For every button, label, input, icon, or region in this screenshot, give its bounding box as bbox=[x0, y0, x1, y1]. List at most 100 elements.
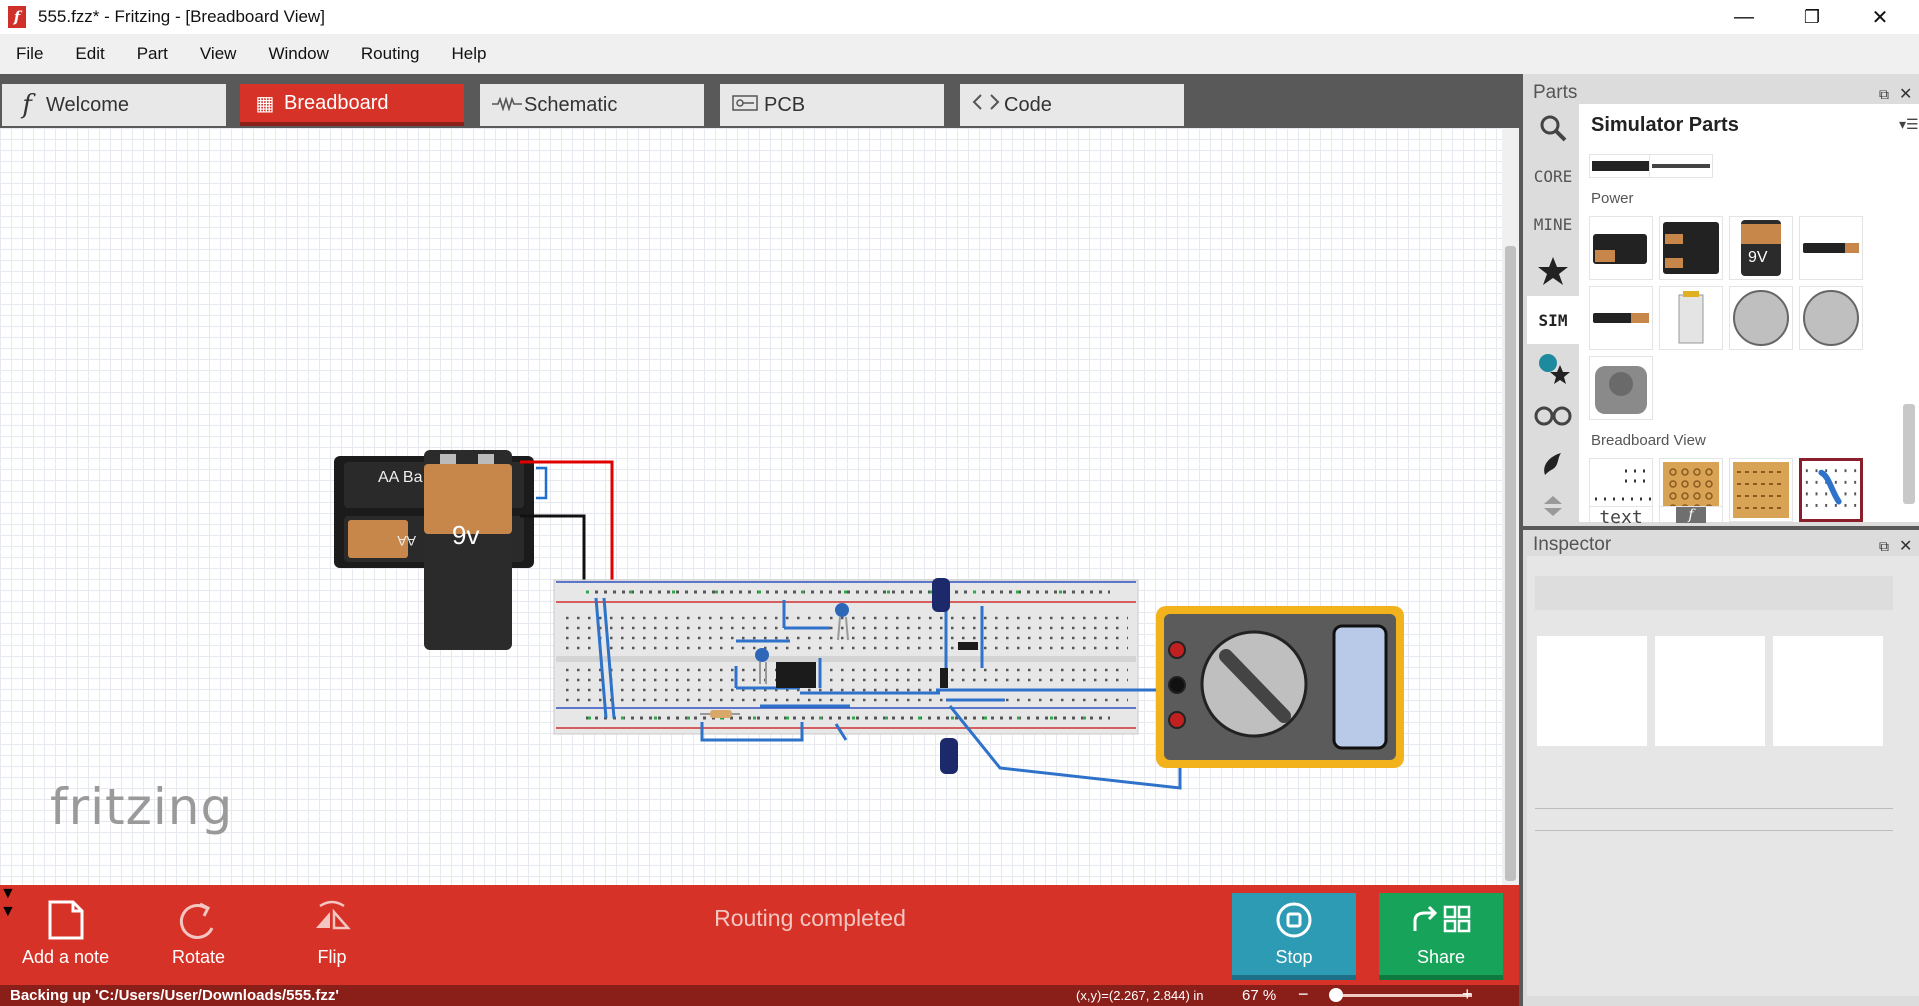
flip-button[interactable]: Flip bbox=[312, 895, 352, 968]
part-tile[interactable] bbox=[1589, 154, 1653, 178]
diode-2[interactable] bbox=[940, 668, 948, 688]
fritzing-f-icon: f bbox=[22, 90, 32, 120]
menu-file[interactable]: File bbox=[0, 44, 59, 64]
tab-welcome-label: Welcome bbox=[46, 93, 129, 116]
zoom-slider[interactable] bbox=[1332, 994, 1472, 997]
tab-code[interactable]: Code bbox=[960, 84, 1184, 126]
parts-scrollbar[interactable] bbox=[1903, 404, 1915, 504]
part-fritzing-logo[interactable]: f bbox=[1659, 506, 1723, 523]
inspector-title-field[interactable] bbox=[1535, 576, 1893, 610]
stop-label: Stop bbox=[1275, 946, 1313, 967]
bin-tab-sim[interactable]: SIM bbox=[1527, 296, 1579, 344]
menu-bar: File Edit Part View Window Routing Help bbox=[0, 34, 1919, 74]
bin-title: Simulator Parts bbox=[1591, 114, 1739, 136]
menu-view[interactable]: View bbox=[184, 44, 253, 64]
part-coin-cell-holder[interactable] bbox=[1589, 356, 1653, 420]
part-battery-9v[interactable]: 9V bbox=[1729, 216, 1793, 280]
multimeter[interactable] bbox=[1156, 606, 1404, 768]
bin-tab-arduino-icon[interactable] bbox=[1527, 392, 1579, 440]
part-jumper-wire[interactable] bbox=[1799, 458, 1863, 522]
menu-edit[interactable]: Edit bbox=[59, 44, 120, 64]
tab-pcb[interactable]: PCB bbox=[720, 84, 944, 126]
zoom-out-icon[interactable]: − bbox=[1298, 984, 1309, 1005]
bottom-toolbar: Add a note Rotate ▼ Flip ▼ Routing compl… bbox=[0, 885, 1519, 985]
inspector-pcb-image bbox=[1773, 636, 1883, 746]
part-lipo-battery[interactable] bbox=[1659, 286, 1723, 350]
inspector-breadboard-image bbox=[1537, 636, 1647, 746]
menu-window[interactable]: Window bbox=[252, 44, 344, 64]
status-bar: Backing up 'C:/Users/User/Downloads/555.… bbox=[0, 984, 1519, 1006]
bin-tab-strip: CORE MINE SIM bbox=[1527, 104, 1579, 522]
part-battery-pack-4aa[interactable] bbox=[1659, 216, 1723, 280]
tab-welcome[interactable]: f Welcome bbox=[2, 84, 226, 126]
minimize-button[interactable]: — bbox=[1710, 0, 1778, 34]
section-power: Power bbox=[1591, 190, 1634, 207]
cursor-coordinates: (x,y)=(2.267, 2.844) in bbox=[1076, 988, 1204, 1003]
close-window-button[interactable]: ✕ bbox=[1846, 0, 1914, 34]
right-dock: Parts ⧉ ✕ CORE MINE SIM Simulator Parts … bbox=[1519, 74, 1919, 1006]
bin-tab-scroll-icon[interactable] bbox=[1527, 488, 1579, 522]
inspector-panel-title: Inspector bbox=[1533, 534, 1612, 555]
inspector-float-icon[interactable]: ⧉ bbox=[1879, 538, 1889, 555]
tab-breadboard[interactable]: ▦ Breadboard bbox=[240, 84, 464, 126]
part-battery-aa[interactable] bbox=[1799, 216, 1863, 280]
inspector-divider bbox=[1535, 808, 1893, 809]
window-title: 555.fzz* - Fritzing - [Breadboard View] bbox=[38, 7, 325, 26]
tab-pcb-label: PCB bbox=[764, 93, 806, 116]
fritzing-logo-icon: f bbox=[8, 6, 26, 28]
part-battery-pack-2aa[interactable] bbox=[1589, 216, 1653, 280]
parts-search-icon[interactable] bbox=[1527, 104, 1579, 152]
stop-icon bbox=[1275, 901, 1313, 947]
parts-panel-title: Parts bbox=[1533, 82, 1578, 103]
add-note-label: Add a note bbox=[22, 947, 110, 967]
stop-button[interactable]: Stop bbox=[1232, 893, 1356, 975]
zoom-in-icon[interactable]: + bbox=[1462, 984, 1473, 1005]
ic-555-chip[interactable] bbox=[776, 662, 816, 688]
electrolytic-capacitor-1[interactable] bbox=[932, 578, 950, 612]
bin-tab-core[interactable]: CORE bbox=[1527, 152, 1579, 200]
bin-tab-mine[interactable]: MINE bbox=[1527, 200, 1579, 248]
menu-help[interactable]: Help bbox=[436, 44, 503, 64]
bin-tab-arduino-star-icon[interactable] bbox=[1527, 344, 1579, 392]
maximize-button[interactable]: ❐ bbox=[1778, 0, 1846, 34]
pcb-icon bbox=[732, 94, 758, 117]
bin-menu-icon[interactable]: ▾☰ bbox=[1899, 116, 1919, 133]
code-icon bbox=[972, 93, 1000, 117]
resistor-icon bbox=[492, 94, 522, 117]
canvas-vertical-scrollbar[interactable] bbox=[1502, 128, 1519, 885]
menu-part[interactable]: Part bbox=[121, 44, 184, 64]
electrolytic-capacitor-2[interactable] bbox=[940, 738, 958, 774]
part-coin-cell-2[interactable] bbox=[1799, 286, 1863, 350]
part-battery-aaa[interactable] bbox=[1589, 286, 1653, 350]
breadboard[interactable] bbox=[553, 579, 1139, 735]
flip-icon bbox=[312, 895, 352, 945]
flip-label: Flip bbox=[317, 947, 347, 967]
part-stripboard[interactable] bbox=[1729, 458, 1793, 522]
menu-routing[interactable]: Routing bbox=[345, 44, 436, 64]
section-breadboard-view: Breadboard View bbox=[1591, 432, 1706, 449]
zoom-slider-handle[interactable] bbox=[1329, 988, 1343, 1002]
inspector-close-icon[interactable]: ✕ bbox=[1899, 536, 1912, 556]
part-text[interactable]: text bbox=[1589, 506, 1653, 528]
add-note-button[interactable]: Add a note bbox=[22, 895, 109, 968]
tab-schematic-label: Schematic bbox=[524, 93, 618, 116]
diode-1[interactable] bbox=[958, 642, 978, 650]
breadboard-canvas[interactable]: AA Ba AA 9v fritzing bbox=[0, 128, 1502, 885]
nine-volt-battery[interactable]: 9v bbox=[424, 450, 512, 650]
parts-float-icon[interactable]: ⧉ bbox=[1879, 86, 1889, 103]
note-icon bbox=[47, 895, 85, 945]
rotate-button[interactable]: Rotate bbox=[172, 895, 225, 968]
fritzing-logo-icon: f bbox=[1676, 507, 1706, 523]
part-tile[interactable] bbox=[1649, 154, 1713, 178]
inspector-schematic-image bbox=[1655, 636, 1765, 746]
tab-schematic[interactable]: Schematic bbox=[480, 84, 704, 126]
share-button[interactable]: Share bbox=[1379, 893, 1503, 975]
bin-tab-seeed-icon[interactable] bbox=[1527, 440, 1579, 488]
share-label: Share bbox=[1416, 946, 1466, 967]
bin-tab-adafruit[interactable] bbox=[1527, 248, 1579, 296]
parts-close-icon[interactable]: ✕ bbox=[1899, 84, 1912, 104]
svg-text:AA: AA bbox=[397, 533, 416, 549]
parts-bin: CORE MINE SIM Simulator Parts ▾☰ Power 9… bbox=[1527, 104, 1919, 528]
part-coin-cell[interactable] bbox=[1729, 286, 1793, 350]
zoom-level: 67 % bbox=[1242, 987, 1277, 1004]
